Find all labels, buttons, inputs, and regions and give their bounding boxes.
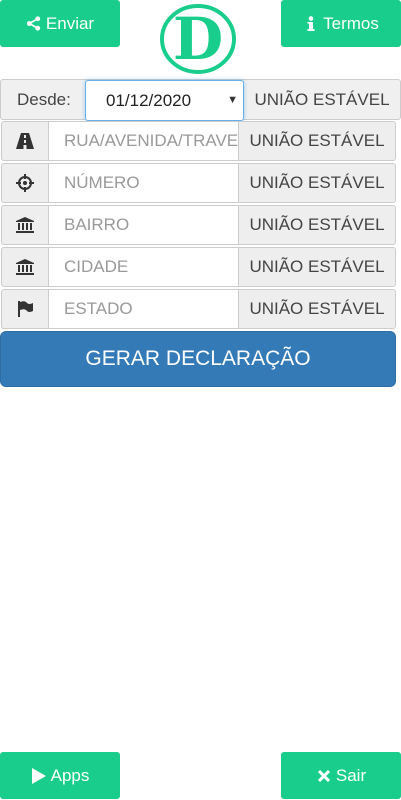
date-row: Desde: 01/12/2020 ▼ UNIÃO ESTÁVEL [0, 79, 401, 121]
city-input[interactable]: CIDADE [49, 247, 239, 287]
bank-icon [1, 205, 49, 245]
apps-label: Apps [50, 765, 90, 785]
play-icon [31, 767, 47, 784]
generate-declaration-button[interactable]: GERAR DECLARAÇÃO [0, 331, 396, 387]
state-input[interactable]: ESTADO [49, 289, 239, 329]
close-icon [316, 768, 332, 784]
number-addon: UNIÃO ESTÁVEL [238, 163, 396, 203]
neighborhood-addon: UNIÃO ESTÁVEL [238, 205, 396, 245]
state-addon: UNIÃO ESTÁVEL [238, 289, 396, 329]
date-select[interactable]: 01/12/2020 ▼ [85, 80, 244, 121]
bank-icon [1, 247, 49, 287]
exit-label: Sair [335, 765, 367, 785]
number-input[interactable]: NÚMERO [49, 163, 239, 203]
date-label: Desde: [17, 90, 71, 109]
info-icon [303, 15, 319, 32]
flag-icon [1, 289, 49, 329]
neighborhood-input[interactable]: BAIRRO [49, 205, 239, 245]
date-addon: UNIÃO ESTÁVEL [254, 89, 390, 109]
city-addon: UNIÃO ESTÁVEL [238, 247, 396, 287]
street-field-row: RUA/AVENIDA/TRAVESSA UNIÃO ESTÁVEL [1, 121, 396, 161]
neighborhood-field-row: BAIRRO UNIÃO ESTÁVEL [1, 205, 396, 245]
share-label: Enviar [45, 13, 95, 33]
share-button[interactable]: Enviar [0, 0, 120, 47]
street-input[interactable]: RUA/AVENIDA/TRAVESSA [49, 121, 239, 161]
state-field-row: ESTADO UNIÃO ESTÁVEL [1, 289, 396, 329]
date-value: 01/12/2020 [106, 91, 192, 110]
apps-button[interactable]: Apps [0, 752, 120, 799]
terms-label: Termos [323, 13, 379, 33]
street-addon: UNIÃO ESTÁVEL [238, 121, 396, 161]
number-field-row: NÚMERO UNIÃO ESTÁVEL [1, 163, 396, 203]
logo-letter: D [173, 5, 223, 73]
exit-button[interactable]: Sair [281, 752, 401, 799]
app-logo: D [160, 4, 236, 74]
dropdown-arrow-icon: ▼ [227, 94, 238, 106]
city-field-row: CIDADE UNIÃO ESTÁVEL [1, 247, 396, 287]
road-icon [1, 121, 49, 161]
share-icon [26, 16, 42, 32]
terms-button[interactable]: Termos [281, 0, 401, 47]
crosshairs-icon [1, 163, 49, 203]
